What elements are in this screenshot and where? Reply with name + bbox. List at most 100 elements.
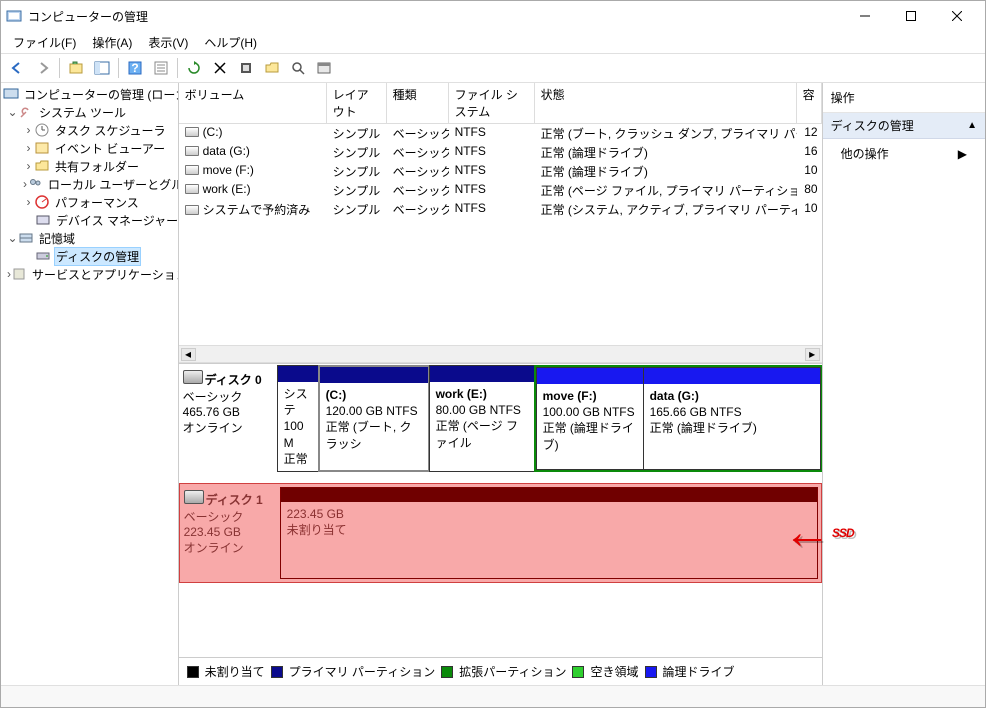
tree-disk-mgmt[interactable]: ディスクの管理 [54,247,141,266]
col-layout[interactable]: レイアウト [327,83,387,124]
volume-row[interactable]: (C:)シンプルベーシックNTFS正常 (ブート, クラッシュ ダンプ, プライ… [179,124,822,143]
storage-icon [18,230,34,246]
partition-e[interactable]: work (E:)80.00 GB NTFS正常 (ページ ファイル [429,365,535,472]
scroll-left-icon[interactable]: ◂ [181,348,196,361]
col-volume[interactable]: ボリューム [179,83,327,124]
minimize-button[interactable] [842,1,888,31]
menu-view[interactable]: 表示(V) [142,32,194,53]
actions-other[interactable]: 他の操作 ▶ [823,139,985,168]
twisty-collapsed-icon[interactable]: › [23,195,34,209]
tree-event-viewer[interactable]: イベント ビューアー [53,140,167,157]
menu-file[interactable]: ファイル(F) [7,32,82,53]
up-button[interactable] [64,56,88,80]
volume-list-header: ボリューム レイアウト 種類 ファイル システム 状態 容 [179,83,822,124]
volume-icon [185,205,199,215]
show-hide-tree-button[interactable] [90,56,114,80]
partition-g[interactable]: data (G:)165.66 GB NTFS正常 (論理ドライブ) [643,367,821,470]
actions-pane: 操作 ディスクの管理 ▲ 他の操作 ▶ [823,83,985,685]
view-icon[interactable] [312,56,336,80]
legend-swatch-extended [441,666,453,678]
disk-1-title: ディスク 1 [206,493,263,507]
properties-button[interactable] [149,56,173,80]
close-button[interactable] [934,1,980,31]
tree-root[interactable]: コンピューターの管理 (ローカル) [22,86,179,103]
twisty-expanded-icon[interactable]: ⌄ [7,231,18,245]
menu-help[interactable]: ヘルプ(H) [198,32,263,53]
tree-shared-folders[interactable]: 共有フォルダー [53,158,141,175]
disk-1-size: 223.45 GB [184,525,273,539]
find-icon[interactable] [286,56,310,80]
volume-row[interactable]: システムで予約済みシンプルベーシックNTFS正常 (システム, アクティブ, プ… [179,200,822,219]
ssd-text: SSD [832,526,854,540]
legend-swatch-primary [271,666,283,678]
volume-icon [185,165,199,175]
collapse-icon[interactable]: ▲ [967,120,977,131]
volume-list[interactable]: ボリューム レイアウト 種類 ファイル システム 状態 容 (C:)シンプルベー… [179,83,822,363]
col-capacity[interactable]: 容 [797,83,822,124]
disk-mgmt-icon [35,248,51,264]
forward-button[interactable] [31,56,55,80]
partition-system-reserved[interactable]: システ100 M正常 [277,365,319,472]
tree-local-users[interactable]: ローカル ユーザーとグループ [46,176,179,193]
menu-bar: ファイル(F) 操作(A) 表示(V) ヘルプ(H) [1,31,985,53]
twisty-collapsed-icon[interactable]: › [23,159,34,173]
actions-header: 操作 [823,83,985,113]
delete-button[interactable] [208,56,232,80]
help-button[interactable]: ? [123,56,147,80]
title-bar: コンピューターの管理 [1,1,985,31]
partition-f[interactable]: move (F:)100.00 GB NTFS正常 (論理ドライブ) [536,367,644,470]
disk-1-block: ディスク 1 ベーシック 223.45 GB オンライン 223.45 GB 未… [179,483,822,583]
volume-row[interactable]: work (E:)シンプルベーシックNTFS正常 (ページ ファイル, プライマ… [179,181,822,200]
refresh-button[interactable] [182,56,206,80]
tree-storage[interactable]: 記憶域 [37,230,77,247]
volume-icon [185,146,199,156]
col-fs[interactable]: ファイル システム [449,83,535,124]
twisty-expanded-icon[interactable]: ⌄ [7,105,18,119]
partition-c[interactable]: (C:)120.00 GB NTFS正常 (ブート, クラッシ [318,365,430,472]
disk-1-status: オンライン [184,539,273,556]
twisty-collapsed-icon[interactable]: › [23,141,34,155]
clock-icon [34,122,50,138]
folder-share-icon [34,158,50,174]
open-icon[interactable] [260,56,284,80]
computer-icon [3,86,19,102]
event-icon [34,140,50,156]
menu-action[interactable]: 操作(A) [86,32,138,53]
legend-swatch-unallocated [187,666,199,678]
svg-text:?: ? [131,61,138,75]
disk-0-block: ディスク 0 ベーシック 465.76 GB オンライン システ100 M正常 … [179,363,822,473]
navigation-tree[interactable]: コンピューターの管理 (ローカル) ⌄システム ツール ›タスク スケジューラ … [1,83,179,685]
chevron-right-icon: ▶ [958,147,967,161]
volume-icon [185,127,199,137]
twisty-collapsed-icon[interactable]: › [23,123,34,137]
tree-performance[interactable]: パフォーマンス [53,194,141,211]
arrow-left-icon: ← [783,505,830,560]
performance-icon [34,194,50,210]
horizontal-scrollbar[interactable]: ◂ ▸ [179,345,822,362]
settings-icon[interactable] [234,56,258,80]
legend-free: 空き領域 [590,663,638,680]
disk-icon [183,370,203,384]
device-icon [35,212,51,228]
window-title: コンピューターの管理 [28,8,842,25]
tree-system-tools[interactable]: システム ツール [37,104,128,121]
tree-services[interactable]: サービスとアプリケーション [30,266,179,283]
volume-row[interactable]: move (F:)シンプルベーシックNTFS正常 (論理ドライブ)10 [179,162,822,181]
scroll-right-icon[interactable]: ▸ [805,348,820,361]
legend-unallocated: 未割り当て [205,663,265,680]
col-type[interactable]: 種類 [387,83,449,124]
legend-swatch-free [572,666,584,678]
legend: 未割り当て プライマリ パーティション 拡張パーティション 空き領域 論理ドライ… [179,657,822,685]
unallocated-partition[interactable]: 223.45 GB 未割り当て [280,487,818,579]
back-button[interactable] [5,56,29,80]
maximize-button[interactable] [888,1,934,31]
disk-0-size: 465.76 GB [183,405,272,419]
disk-1-type: ベーシック [184,508,273,525]
services-icon [11,266,27,282]
actions-group-disk-mgmt[interactable]: ディスクの管理 ▲ [823,113,985,139]
tree-device-mgr[interactable]: デバイス マネージャー [54,212,179,229]
volume-row[interactable]: data (G:)シンプルベーシックNTFS正常 (論理ドライブ)16 [179,143,822,162]
extended-partition[interactable]: move (F:)100.00 GB NTFS正常 (論理ドライブ) data … [534,365,822,472]
tree-task-scheduler[interactable]: タスク スケジューラ [53,122,168,139]
col-status[interactable]: 状態 [535,83,797,124]
